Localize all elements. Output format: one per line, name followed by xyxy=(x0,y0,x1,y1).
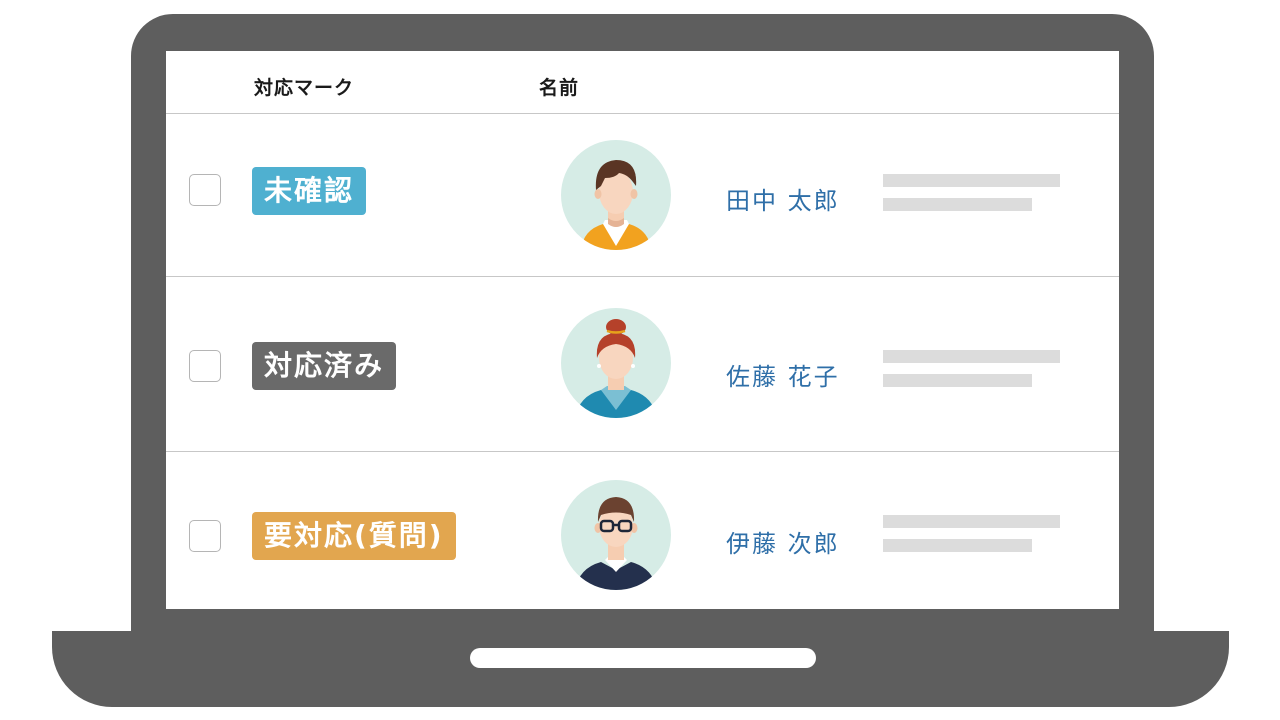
placeholder-line xyxy=(883,198,1032,211)
avatar xyxy=(561,140,671,250)
row-checkbox[interactable] xyxy=(189,350,221,382)
column-header-name: 名前 xyxy=(539,77,580,99)
status-badge-completed: 対応済み xyxy=(252,342,397,390)
laptop-trackpad-slot xyxy=(470,648,816,668)
row-checkbox[interactable] xyxy=(189,520,221,552)
laptop-screen: 対応マーク 名前 未確認 田中 太郎 対応済み 佐藤 花子 要対応(質問) 伊藤… xyxy=(166,51,1119,609)
placeholder-line xyxy=(883,539,1032,552)
man-glasses-avatar-icon xyxy=(575,497,657,590)
status-badge-unconfirmed: 未確認 xyxy=(252,167,367,215)
laptop-base xyxy=(52,631,1229,707)
avatar xyxy=(561,308,671,418)
table-row[interactable]: 未確認 田中 太郎 xyxy=(166,114,1119,277)
avatar xyxy=(561,480,671,590)
table-row[interactable]: 要対応(質問) 伊藤 次郎 xyxy=(166,452,1119,609)
man-avatar-icon xyxy=(581,160,651,250)
placeholder-line xyxy=(883,374,1032,387)
person-name[interactable]: 伊藤 次郎 xyxy=(726,524,840,559)
placeholder-line xyxy=(883,515,1060,528)
table-row[interactable]: 対応済み 佐藤 花子 xyxy=(166,277,1119,452)
row-checkbox[interactable] xyxy=(189,174,221,206)
woman-avatar-icon xyxy=(575,319,657,418)
table-header: 対応マーク 名前 xyxy=(166,51,1119,114)
status-badge-needs-action: 要対応(質問) xyxy=(252,512,456,560)
person-name[interactable]: 田中 太郎 xyxy=(726,181,840,216)
person-name[interactable]: 佐藤 花子 xyxy=(726,357,840,392)
placeholder-line xyxy=(883,174,1060,187)
placeholder-line xyxy=(883,350,1060,363)
column-header-mark: 対応マーク xyxy=(254,77,355,99)
